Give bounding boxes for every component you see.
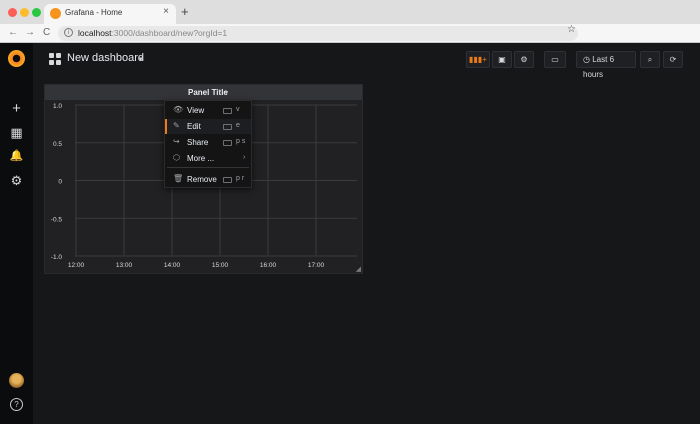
reload-icon[interactable]: C (43, 27, 50, 38)
menu-item-remove[interactable]: 🗑 Remove p r (165, 172, 251, 187)
grafana-app: + ▦ 🔔 ⚙ ? New dashboard ▾ ▮▮▮+ ▣ ⚙ ▭ ◷ L… (0, 43, 700, 424)
url-text: localhost:3000/dashboard/new?orgId=1 (78, 28, 228, 38)
forward-icon[interactable]: → (25, 27, 35, 38)
menu-item-label: View (187, 106, 205, 115)
address-bar[interactable]: i localhost:3000/dashboard/new?orgId=1 (58, 26, 578, 41)
x-tick-label: 12:00 (68, 262, 85, 269)
menu-item-more[interactable]: ⬡ More ... › (165, 151, 251, 166)
edit-icon: ✎ (173, 121, 180, 130)
menu-item-label: Edit (187, 122, 201, 131)
shortcut-key: e (236, 122, 240, 129)
y-tick-label: 1.0 (53, 103, 62, 110)
bookmark-star-icon[interactable]: ☆ (567, 24, 576, 35)
grafana-logo-icon[interactable] (8, 50, 25, 67)
browser-tab[interactable]: Grafana - Home × (44, 4, 176, 24)
panel-header[interactable]: Panel Title ▾ (45, 85, 362, 100)
add-panel-button[interactable]: ▮▮▮+ (466, 51, 490, 68)
tab-title: Grafana - Home (65, 8, 123, 17)
eye-icon: 👁 (173, 105, 184, 114)
share-icon: ↪ (173, 137, 180, 146)
x-tick-label: 13:00 (116, 262, 133, 269)
close-window-icon[interactable] (8, 8, 17, 17)
trash-icon: 🗑 (173, 174, 184, 183)
menu-item-label: Share (187, 138, 209, 147)
y-tick-label: 0.5 (53, 141, 62, 148)
settings-button[interactable]: ⚙ (514, 51, 534, 68)
plus-icon[interactable]: + (0, 100, 33, 117)
menu-item-label: More ... (187, 154, 215, 163)
chevron-down-icon[interactable]: ▾ (139, 55, 143, 63)
gear-icon[interactable]: ⚙ (0, 173, 33, 189)
save-button[interactable]: ▣ (492, 51, 512, 68)
minimize-window-icon[interactable] (20, 8, 29, 17)
new-tab-button[interactable]: + (181, 4, 189, 19)
dashboard-title[interactable]: New dashboard (67, 52, 144, 64)
x-tick-label: 16:00 (260, 262, 277, 269)
browser-tab-bar: Grafana - Home × + (0, 0, 700, 24)
dashboard-grid-icon[interactable] (49, 53, 61, 65)
browser-toolbar: ← → C i localhost:3000/dashboard/new?org… (0, 24, 700, 43)
y-tick-label: -0.5 (51, 216, 63, 223)
keyboard-icon (223, 177, 232, 183)
help-icon[interactable]: ? (10, 398, 23, 411)
info-icon[interactable]: i (64, 28, 73, 37)
panel-title[interactable]: Panel Title (188, 88, 228, 97)
refresh-button[interactable]: ⟳ (663, 51, 683, 68)
x-tick-label: 15:00 (212, 262, 229, 269)
dashboards-icon[interactable]: ▦ (0, 125, 33, 141)
maximize-window-icon[interactable] (32, 8, 41, 17)
panel-menu: 👁 View v ✎ Edit e ↪ Share p s ⬡ More ...… (164, 100, 252, 188)
clock-icon: ◷ (583, 55, 590, 64)
time-picker-button[interactable]: ◷ Last 6 hours (576, 51, 636, 79)
menu-item-view[interactable]: 👁 View v (165, 103, 251, 118)
sidemenu: + ▦ 🔔 ⚙ ? (0, 43, 33, 424)
x-tick-label: 14:00 (164, 262, 181, 269)
tab-close-icon[interactable]: × (163, 6, 169, 17)
menu-item-share[interactable]: ↪ Share p s (165, 135, 251, 150)
y-tick-label: 0 (58, 179, 62, 186)
keyboard-icon (223, 124, 232, 130)
keyboard-icon (223, 108, 232, 114)
avatar[interactable] (9, 373, 24, 388)
resize-handle-icon[interactable]: ◢ (356, 265, 361, 273)
shortcut-key: p r (236, 175, 245, 182)
keyboard-icon (223, 140, 232, 146)
chevron-right-icon: › (243, 154, 246, 161)
menu-item-edit[interactable]: ✎ Edit e (165, 119, 251, 134)
menu-item-label: Remove (187, 175, 217, 184)
menu-divider (167, 167, 249, 168)
chevron-down-icon[interactable]: ▾ (225, 89, 228, 96)
y-tick-label: -1.0 (51, 254, 63, 261)
bell-icon[interactable]: 🔔 (0, 149, 33, 162)
x-tick-label: 17:00 (308, 262, 325, 269)
tv-mode-button[interactable]: ▭ (544, 51, 566, 68)
search-button[interactable]: ⌕ (640, 51, 660, 68)
shortcut-key: v (236, 106, 240, 113)
cube-icon: ⬡ (173, 153, 180, 162)
back-icon[interactable]: ← (8, 27, 18, 38)
grafana-favicon-icon (50, 8, 61, 19)
shortcut-key: p s (236, 138, 246, 145)
